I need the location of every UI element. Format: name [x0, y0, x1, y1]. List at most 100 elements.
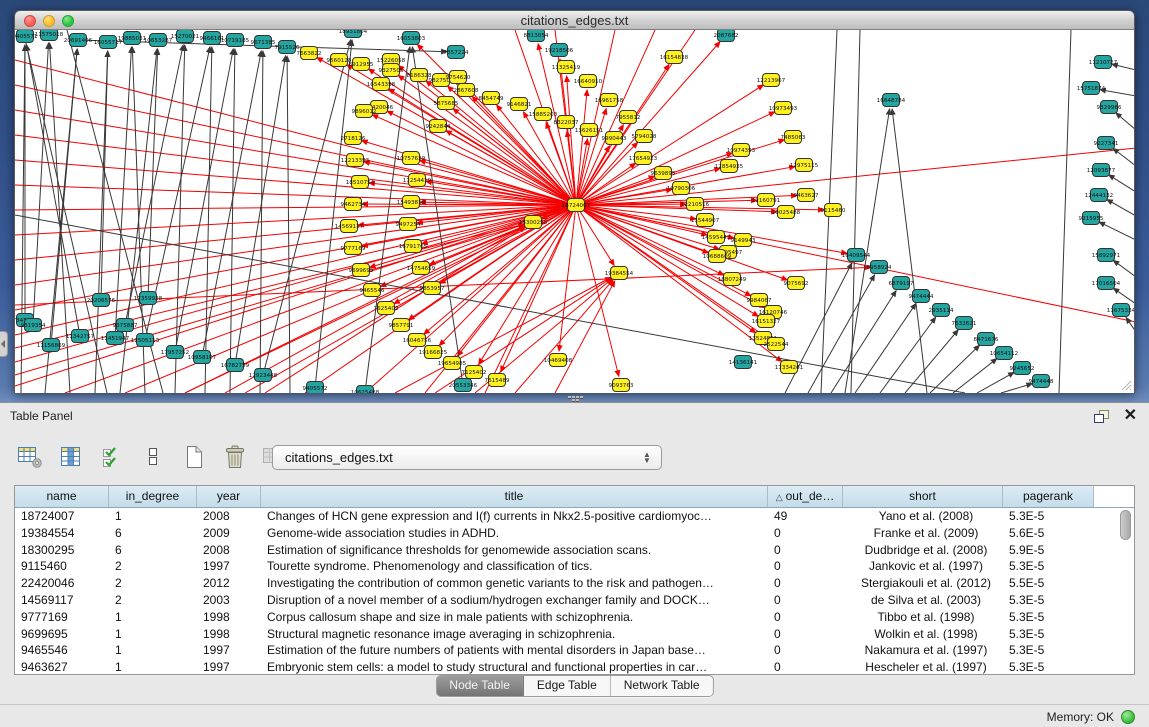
network-node[interactable]: 18931804 — [339, 30, 368, 38]
cell-out_degree[interactable]: 0 — [768, 558, 843, 575]
cell-title[interactable]: Estimation of significance thresholds fo… — [261, 542, 768, 559]
cell-in_degree[interactable]: 1 — [109, 642, 197, 659]
network-node[interactable]: 9462734 — [341, 198, 366, 211]
network-edge[interactable] — [831, 291, 896, 393]
network-node[interactable]: 9327505 — [379, 64, 404, 77]
cell-short[interactable]: Nakamura et al. (1997) — [843, 642, 1003, 659]
cell-name[interactable]: 9463627 — [15, 659, 109, 675]
network-edge[interactable] — [851, 30, 860, 393]
table-row[interactable]: 1456911722003Disruption of a novel membe… — [15, 592, 1134, 609]
cell-short[interactable]: Franke et al. (2009) — [843, 525, 1003, 542]
network-edge[interactable] — [1116, 113, 1135, 130]
table-row[interactable]: 2242004622012Investigating the contribut… — [15, 575, 1134, 592]
cell-title[interactable]: Estimation of the future numbers of pati… — [261, 642, 768, 659]
cell-name[interactable]: 9699695 — [15, 626, 109, 643]
network-node[interactable]: 17359928 — [134, 292, 163, 305]
network-node[interactable]: 12854935 — [715, 160, 744, 173]
column-header-name[interactable]: name — [15, 486, 109, 507]
cell-year[interactable]: 2008 — [197, 508, 261, 525]
network-node[interactable]: 6879197 — [889, 277, 914, 290]
network-node[interactable]: 12923448 — [249, 369, 278, 382]
network-node[interactable]: 16154838 — [660, 51, 689, 64]
cell-title[interactable]: Disruption of a novel member of a sodium… — [261, 592, 768, 609]
cell-out_degree[interactable]: 0 — [768, 626, 843, 643]
network-node[interactable]: 16053803 — [397, 32, 426, 45]
network-node[interactable]: 5875685 — [434, 97, 459, 110]
tab-network-table[interactable]: Network Table — [611, 676, 713, 696]
network-node[interactable]: 2867608 — [454, 84, 479, 97]
cell-pagerank[interactable]: 5.6E-5 — [1003, 525, 1094, 542]
network-node[interactable]: 12160791 — [752, 194, 781, 207]
network-node[interactable]: 9227341 — [1094, 137, 1119, 150]
cell-name[interactable]: 9115460 — [15, 558, 109, 575]
network-edge[interactable] — [977, 372, 1014, 393]
table-select-dropdown[interactable]: citations_edges.txt ▲▼ — [272, 445, 662, 470]
network-node[interactable]: 16640910 — [574, 75, 603, 88]
network-node[interactable]: 10025488 — [772, 206, 801, 219]
cell-in_degree[interactable]: 6 — [109, 542, 197, 559]
cell-out_degree[interactable]: 0 — [768, 525, 843, 542]
network-node[interactable]: 12444132 — [1085, 189, 1113, 202]
cell-short[interactable]: de Silva et al. (2003) — [843, 592, 1003, 609]
network-node[interactable]: 9639895 — [651, 167, 676, 180]
network-node[interactable]: 10974393 — [727, 144, 756, 157]
cell-out_degree[interactable]: 0 — [768, 609, 843, 626]
select-all-columns-icon[interactable] — [98, 443, 126, 471]
network-node[interactable]: 2935114 — [929, 304, 954, 317]
network-node[interactable]: 7485063 — [781, 131, 806, 144]
network-edge[interactable] — [1113, 260, 1135, 277]
network-node[interactable]: 7663822 — [297, 47, 322, 60]
network-edge[interactable] — [576, 30, 615, 205]
network-node[interactable]: 11254419 — [403, 174, 432, 187]
network-edge[interactable] — [930, 345, 980, 393]
column-header-out_degree[interactable]: △out_de… — [768, 486, 843, 507]
network-edge[interactable] — [21, 45, 25, 393]
table-row[interactable]: 946554611997Estimation of the future num… — [15, 642, 1134, 659]
network-edge[interactable] — [205, 47, 212, 393]
network-edge[interactable] — [1113, 288, 1135, 304]
network-node[interactable]: 16782759 — [221, 359, 250, 372]
network-node[interactable]: 9319354 — [21, 319, 46, 332]
network-node[interactable]: 7125402 — [462, 366, 487, 379]
network-node[interactable]: 8454749 — [479, 92, 504, 105]
network-node[interactable]: 8958924 — [867, 261, 892, 274]
tab-node-table[interactable]: Node Table — [436, 676, 524, 696]
column-header-title[interactable]: title — [261, 486, 768, 507]
cell-short[interactable]: Dudbridge et al. (2008) — [843, 542, 1003, 559]
network-edge[interactable] — [1059, 30, 1071, 393]
cell-out_degree[interactable]: 49 — [768, 508, 843, 525]
cell-out_degree[interactable]: 0 — [768, 592, 843, 609]
new-column-icon[interactable] — [180, 443, 208, 471]
network-node[interactable]: 15892971 — [1092, 249, 1121, 262]
cell-short[interactable]: Yano et al. (2008) — [843, 508, 1003, 525]
cell-in_degree[interactable]: 1 — [109, 609, 197, 626]
row-options-icon[interactable] — [139, 443, 167, 471]
cell-short[interactable]: Wolkin et al. (1998) — [843, 626, 1003, 643]
network-node[interactable]: 10790306 — [667, 182, 696, 195]
network-node[interactable]: 16648784 — [877, 94, 906, 107]
network-node[interactable]: 9146821 — [507, 98, 532, 111]
table-row[interactable]: 1938455462009Genome-wide association stu… — [15, 525, 1134, 542]
network-node[interactable]: 11210727 — [1089, 56, 1118, 69]
memory-status-indicator[interactable] — [1121, 710, 1135, 724]
table-row[interactable]: 911546021997Tourette syndrome. Phenomeno… — [15, 558, 1134, 575]
cell-short[interactable]: Tibbo et al. (1998) — [843, 609, 1003, 626]
network-edge[interactable] — [855, 303, 916, 393]
cell-year[interactable]: 2008 — [197, 542, 261, 559]
network-node[interactable]: 10654112 — [990, 347, 1018, 360]
network-node[interactable]: 11544907 — [691, 214, 720, 227]
network-graph[interactable]: 9405571115750182069140616055717198850311… — [15, 30, 1135, 393]
column-header-short[interactable]: short — [843, 486, 1003, 507]
network-node[interactable]: 2718126 — [341, 132, 366, 145]
cell-year[interactable]: 1997 — [197, 659, 261, 675]
network-node[interactable]: 14136141 — [729, 356, 758, 369]
table-row[interactable]: 977716911998Corpus callosum shape and si… — [15, 609, 1134, 626]
network-edge[interactable] — [15, 215, 965, 393]
cell-out_degree[interactable]: 0 — [768, 542, 843, 559]
network-node[interactable]: 13626151 — [575, 124, 604, 137]
network-node[interactable]: 16791765 — [399, 240, 428, 253]
cell-year[interactable]: 1997 — [197, 642, 261, 659]
cell-name[interactable]: 18300295 — [15, 542, 109, 559]
cell-pagerank[interactable]: 5.3E-5 — [1003, 626, 1094, 643]
network-node[interactable]: 14569117 — [335, 220, 364, 233]
